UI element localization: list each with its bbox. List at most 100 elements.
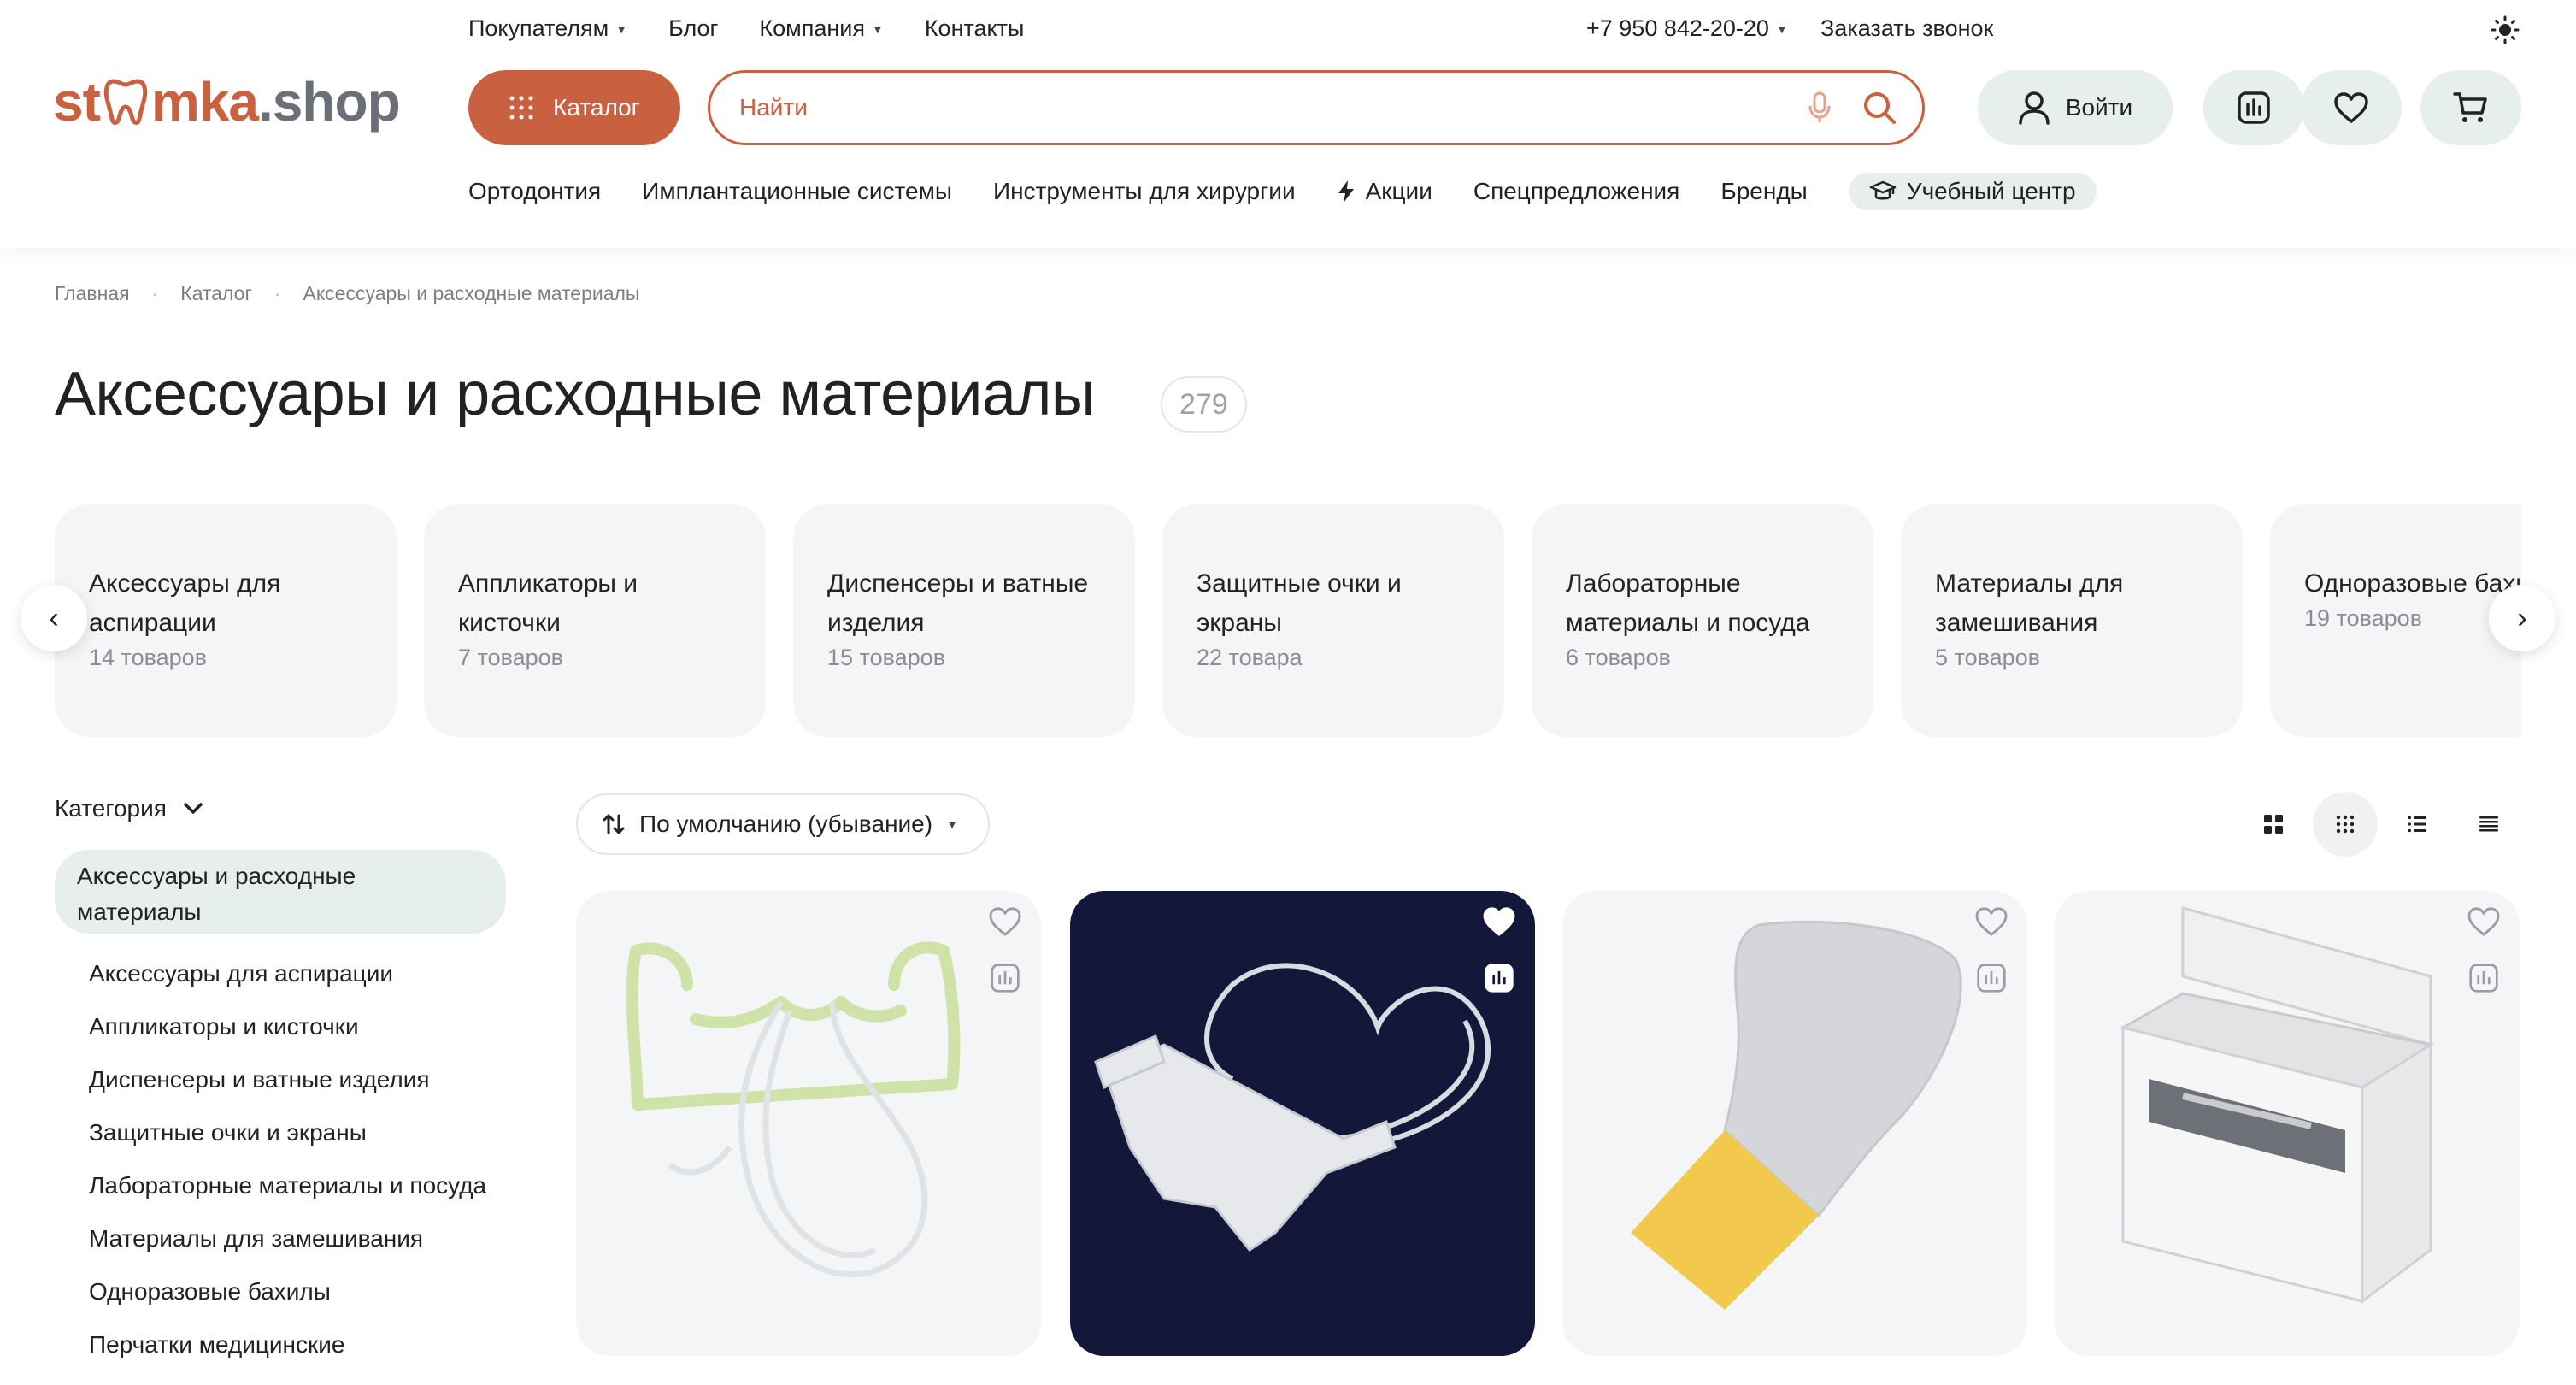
heart-icon: [2467, 907, 2500, 936]
sidebar-item[interactable]: Перчатки медицинские: [89, 1327, 491, 1363]
sidebar-category-list: Аксессуары для аспирации Аппликаторы и к…: [89, 956, 491, 1380]
sub-nav-promotions[interactable]: Акции: [1337, 178, 1432, 205]
sub-nav-implants[interactable]: Имплантационные системы: [642, 178, 952, 205]
breadcrumb-home[interactable]: Главная: [55, 282, 130, 305]
favorite-toggle[interactable]: [988, 906, 1022, 941]
list-icon: [2408, 816, 2426, 832]
site-logo[interactable]: st mka .shop: [53, 70, 401, 133]
carousel-prev-button[interactable]: ‹: [21, 585, 87, 651]
compare-toggle[interactable]: [2468, 963, 2499, 998]
compare-toggle[interactable]: [990, 963, 1020, 998]
theme-sun-icon[interactable]: [2491, 15, 2520, 44]
compare-toggle[interactable]: [1484, 963, 1514, 998]
product-image: [2120, 906, 2434, 1304]
sidebar-item[interactable]: Одноразовые бахилы: [89, 1274, 491, 1310]
sidebar-item[interactable]: Лабораторные материалы и посуда: [89, 1168, 491, 1204]
favorite-toggle[interactable]: [1974, 906, 2008, 941]
compare-chart-icon: [1485, 964, 1514, 993]
compare-toggle[interactable]: [1976, 963, 2007, 998]
product-card[interactable]: [1070, 891, 1535, 1356]
sub-nav-surgery-tools[interactable]: Инструменты для хирургии: [993, 178, 1296, 205]
heart-icon: [989, 907, 1021, 936]
caret-down-icon: ▼: [946, 817, 958, 831]
tooth-icon: [103, 79, 148, 125]
microphone-icon[interactable]: [1808, 91, 1832, 124]
subcategory-card[interactable]: Материалы для замешивания 5 товаров: [1901, 504, 2243, 737]
subcategory-carousel: Аксессуары для аспирации 14 товаров Аппл…: [55, 504, 2521, 737]
sidebar-item[interactable]: Диспенсеры и ватные изделия: [89, 1062, 491, 1098]
breadcrumb-current: Аксессуары и расходные материалы: [303, 282, 640, 304]
heart-icon: [1483, 907, 1515, 936]
sidebar-item[interactable]: Аксессуары для аспирации: [89, 956, 491, 992]
sidebar-item-active[interactable]: Аксессуары и расходные материалы: [55, 850, 506, 934]
sort-arrows-icon: [603, 814, 625, 834]
subcategory-card[interactable]: Лабораторные материалы и посуда 6 товаро…: [1532, 504, 1873, 737]
top-nav-blog[interactable]: Блог: [668, 15, 718, 42]
search-placeholder: Найти: [739, 94, 808, 121]
view-grid-large-button[interactable]: [2241, 792, 2306, 857]
top-nav-company[interactable]: Компания ▼: [759, 15, 883, 42]
login-button[interactable]: Войти: [1978, 70, 2173, 145]
breadcrumb: Главная · Каталог · Аксессуары и расходн…: [55, 282, 640, 305]
favorite-toggle[interactable]: [1482, 906, 1516, 941]
callback-link[interactable]: Заказать звонок: [1820, 15, 1993, 42]
compare-chart-icon: [991, 964, 1020, 993]
compare-chart-icon: [2469, 964, 2498, 993]
view-list-button[interactable]: [2385, 792, 2450, 857]
grid-large-icon: [2264, 815, 2283, 834]
product-card[interactable]: [1562, 891, 2027, 1356]
user-icon: [2019, 91, 2050, 125]
search-icon[interactable]: [1862, 91, 1897, 125]
product-card[interactable]: [2055, 891, 2520, 1356]
heart-icon: [2334, 92, 2368, 123]
site-header: Покупателям ▼ Блог Компания ▼ Контакты +7 …: [0, 0, 2576, 248]
caret-down-icon: ▼: [615, 21, 628, 36]
cart-icon: [2453, 92, 2487, 122]
chevron-down-icon: [184, 803, 203, 814]
breadcrumb-catalog[interactable]: Каталог: [180, 282, 252, 305]
favorite-toggle[interactable]: [2467, 906, 2501, 941]
lightning-icon: [1338, 180, 1354, 203]
subcategory-card[interactable]: Одноразовые бахилы 19 товаров: [2270, 504, 2521, 737]
sub-nav-special-offers[interactable]: Спецпредложения: [1473, 178, 1680, 205]
product-image: [626, 941, 961, 1278]
sub-nav-brands[interactable]: Бренды: [1720, 178, 1807, 205]
product-card[interactable]: [576, 891, 1041, 1356]
sort-select[interactable]: По умолчанию (убывание) ▼: [576, 793, 990, 855]
category-filter-toggle[interactable]: Категория: [55, 795, 203, 822]
chevron-right-icon: ›: [2517, 601, 2527, 634]
sub-nav: Ортодонтия Имплантационные системы Инстр…: [468, 173, 2097, 210]
subcategory-card[interactable]: Диспенсеры и ватные изделия 15 товаров: [793, 504, 1135, 737]
top-nav-buyers[interactable]: Покупателям ▼: [468, 15, 627, 42]
subcategory-card[interactable]: Аксессуары для аспирации 14 товаров: [55, 504, 397, 737]
grid-dots-icon: [509, 96, 533, 120]
top-nav-contacts[interactable]: Контакты: [925, 15, 1025, 42]
phone-number[interactable]: +7 950 842-20-20 ▼: [1586, 15, 1788, 42]
chevron-left-icon: ‹: [49, 601, 59, 634]
sidebar-item[interactable]: Аппликаторы и кисточки: [89, 1009, 491, 1045]
caret-down-icon: ▼: [1775, 21, 1788, 36]
sidebar-item[interactable]: Материалы для замешивания: [89, 1221, 491, 1257]
product-count-badge: 279: [1161, 376, 1247, 433]
training-center-link[interactable]: Учебный центр: [1848, 173, 2097, 210]
favorites-button[interactable]: [2301, 70, 2402, 145]
subcategory-card[interactable]: Защитные очки и экраны 22 товара: [1162, 504, 1504, 737]
compare-chart-icon: [1977, 964, 2006, 993]
compare-button[interactable]: [2203, 70, 2304, 145]
subcategory-card[interactable]: Аппликаторы и кисточки 7 товаров: [424, 504, 766, 737]
view-grid-small-button[interactable]: [2313, 792, 2378, 857]
product-image: [1631, 920, 1962, 1310]
cart-button[interactable]: [2420, 70, 2521, 145]
top-nav: Покупателям ▼ Блог Компания ▼ Контакты: [468, 15, 1065, 42]
graduation-cap-icon: [1869, 180, 1897, 200]
carousel-next-button[interactable]: ›: [2489, 585, 2555, 651]
table-icon: [2479, 816, 2498, 832]
sidebar-item[interactable]: Защитные очки и экраны: [89, 1115, 491, 1151]
catalog-button[interactable]: Каталог: [468, 70, 680, 145]
caret-down-icon: ▼: [871, 21, 884, 36]
search-input[interactable]: Найти: [708, 70, 1925, 145]
sub-nav-orthodontics[interactable]: Ортодонтия: [468, 178, 601, 205]
page-title: Аксессуары и расходные материалы: [55, 360, 1096, 428]
heart-icon: [1975, 907, 2008, 936]
view-table-button[interactable]: [2456, 792, 2521, 857]
